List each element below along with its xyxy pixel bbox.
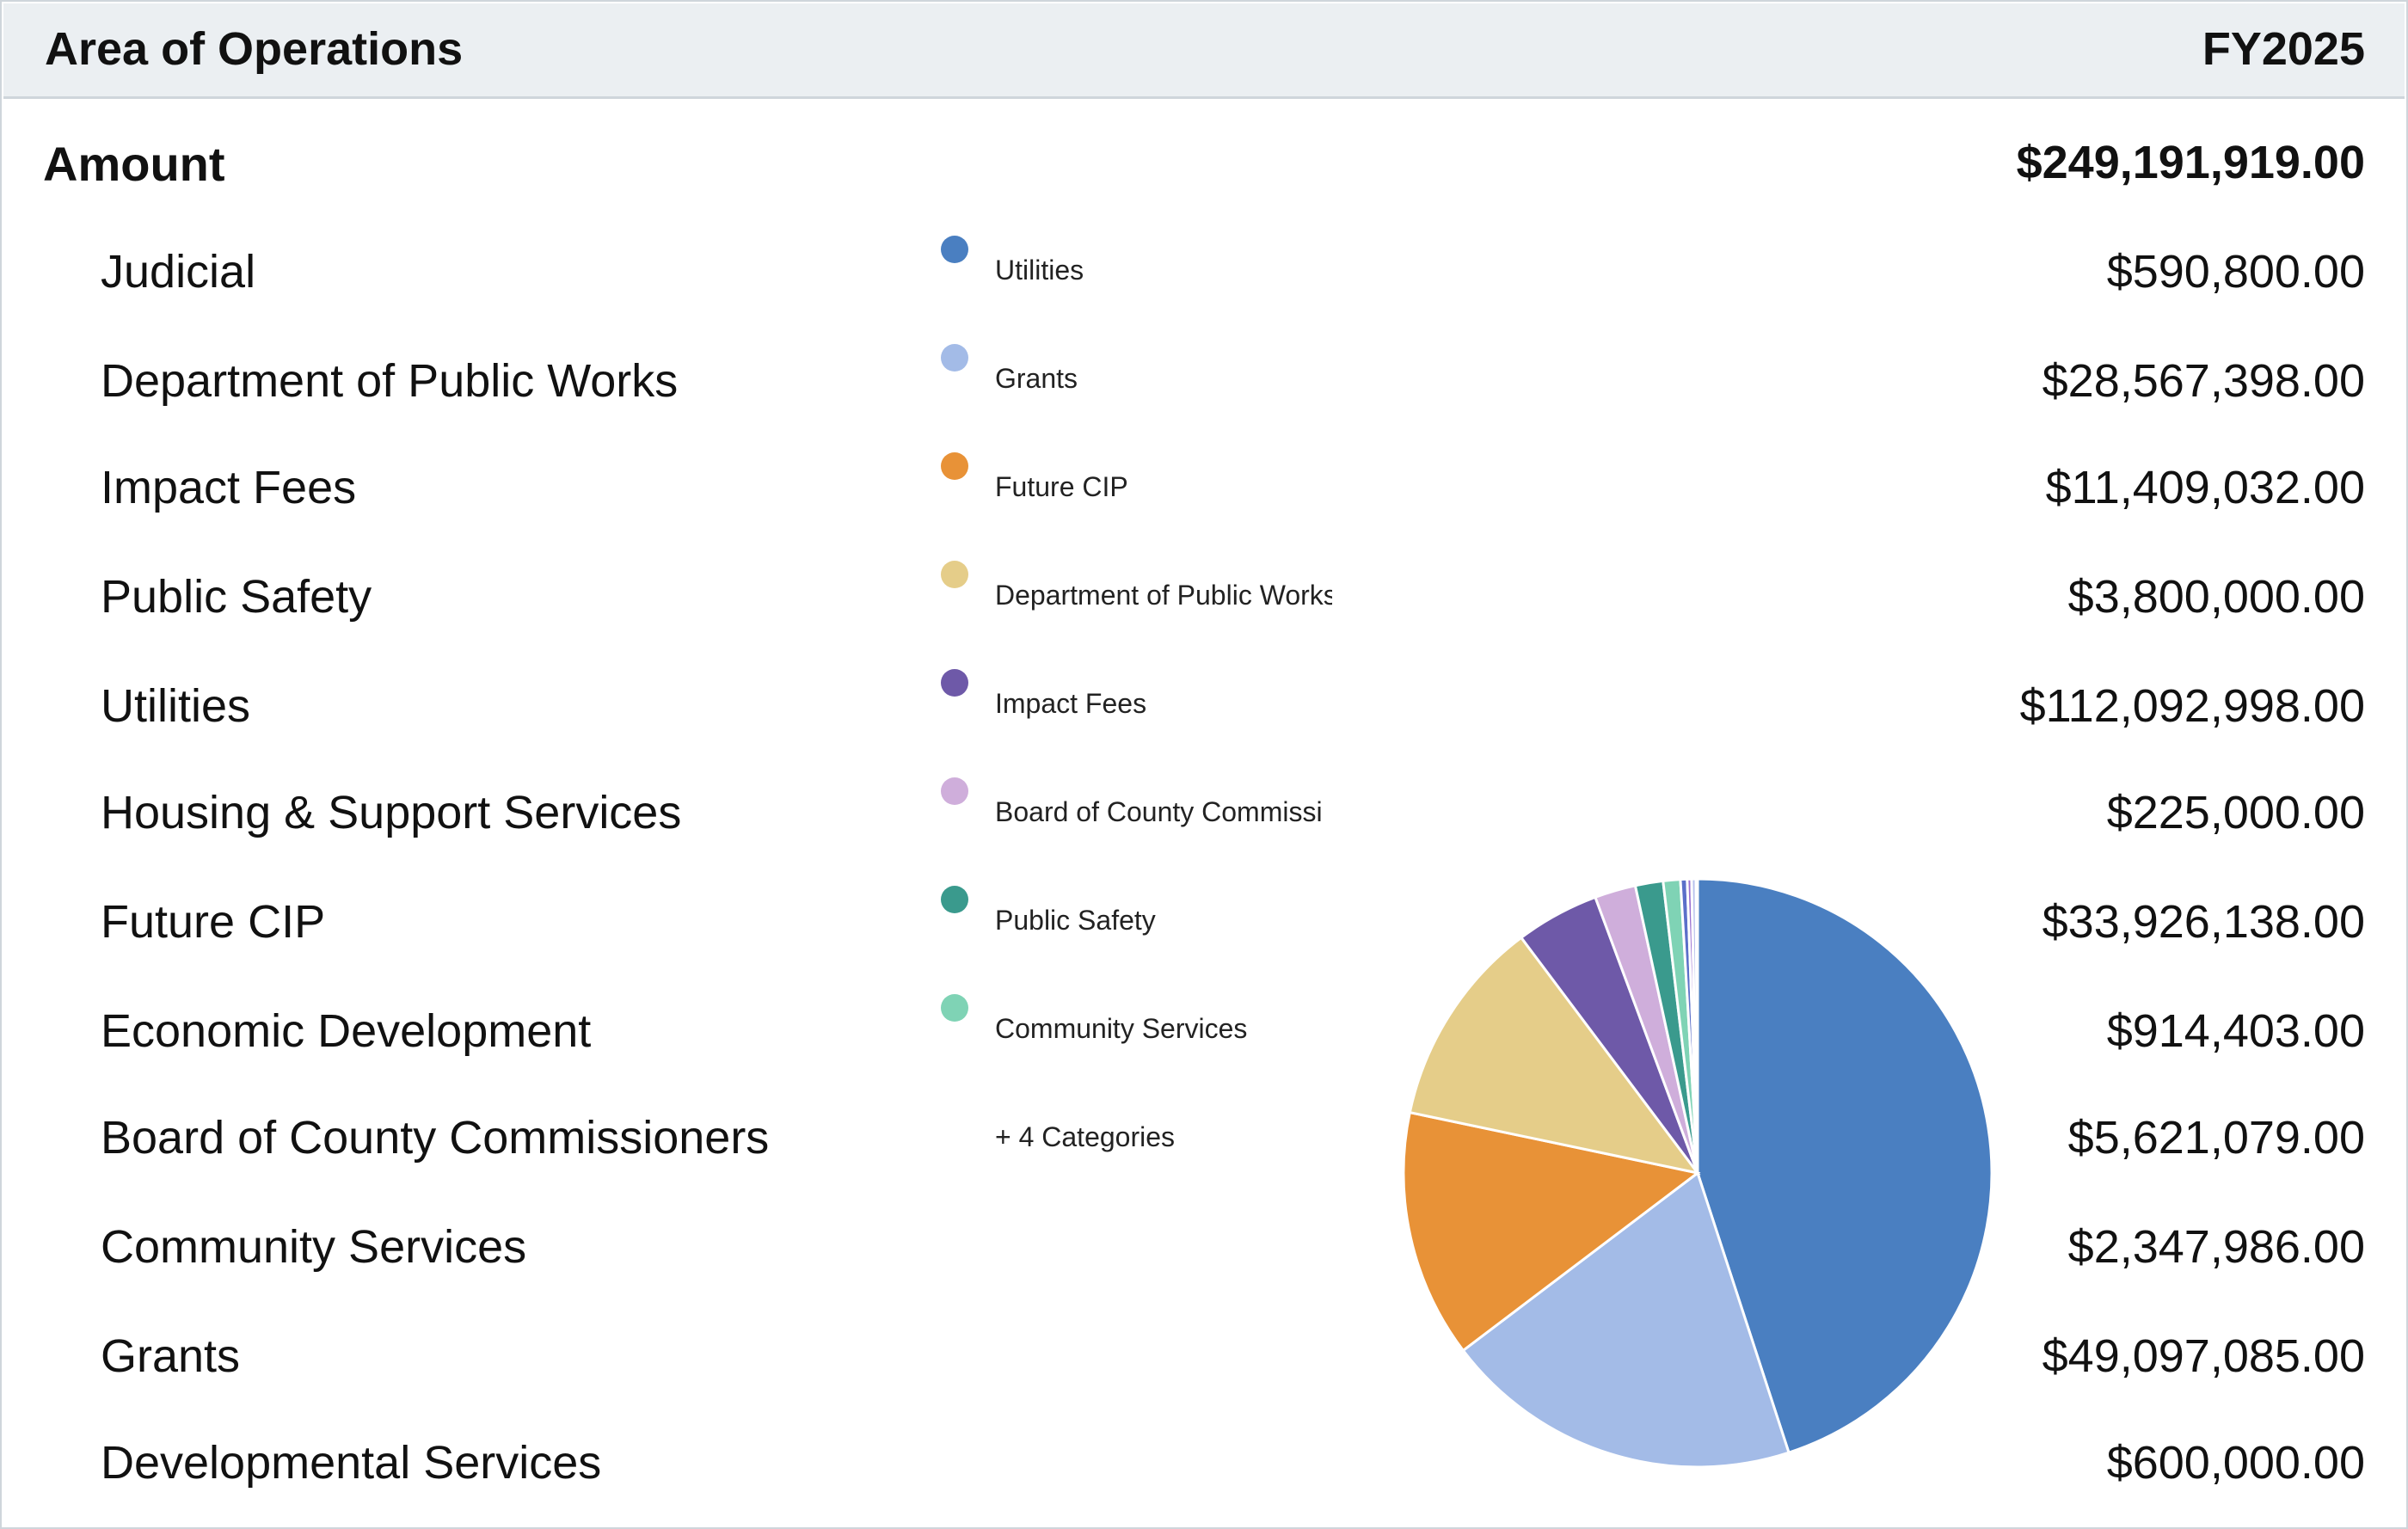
pie-chart: UtilitiesGrantsFuture CIPDepartment of P… xyxy=(1402,877,1993,1469)
pie-slice-housing-and-support-services[interactable]: Housing & Support Services xyxy=(1694,877,1699,1174)
data-panel: Area of Operations FY2025 Amount $249,19… xyxy=(0,0,2408,1529)
